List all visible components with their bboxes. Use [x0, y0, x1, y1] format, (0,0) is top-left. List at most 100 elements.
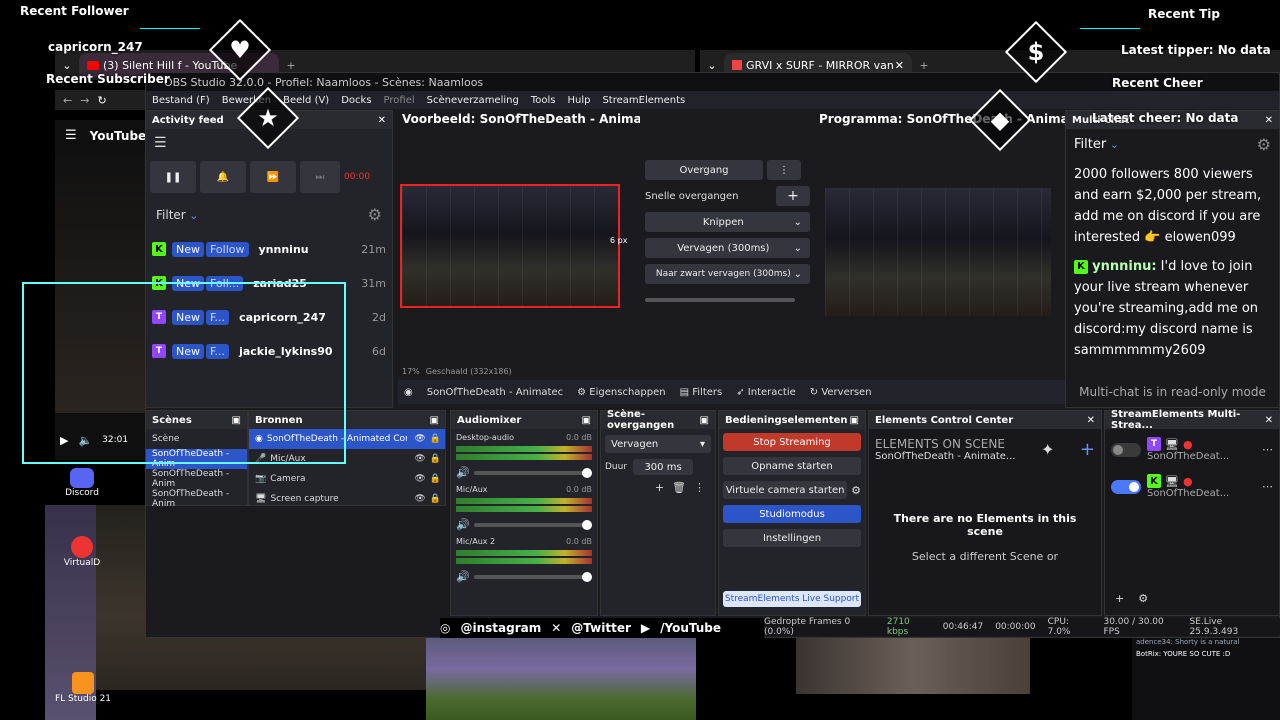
filters-button[interactable]: ▤ Filters — [680, 387, 723, 398]
more-options-icon[interactable]: ⋮ — [767, 160, 801, 180]
start-recording-button[interactable]: Opname starten — [723, 457, 861, 475]
transition-slider[interactable] — [645, 298, 795, 302]
kick-icon: K — [1147, 474, 1161, 488]
quick-transition-fade[interactable]: Vervagen (300ms) ⌄ — [645, 238, 810, 258]
add-icon[interactable]: + — [655, 481, 664, 494]
hamburger-icon[interactable]: ☰ — [154, 135, 167, 151]
menu-help[interactable]: Hulp — [567, 95, 590, 106]
desktop-icon-flstudio[interactable]: FL Studio 21 — [50, 672, 116, 704]
chat-filter[interactable]: Filter ⌄ ⚙ — [1066, 129, 1279, 160]
virtuald-icon — [71, 536, 93, 558]
volume-slider[interactable] — [473, 467, 592, 478]
speaker-icon[interactable]: 🔊 — [456, 518, 470, 531]
float-icon[interactable]: ▣ — [850, 415, 859, 426]
lock-icon[interactable]: 🔒 — [430, 434, 441, 444]
sparkle-icon[interactable]: ✦ — [1041, 440, 1054, 459]
menu-profile[interactable]: Profiel — [384, 95, 415, 106]
float-icon[interactable]: ▣ — [582, 415, 591, 426]
eye-icon[interactable]: 👁 — [414, 434, 425, 444]
star-icon: ★ — [257, 104, 279, 132]
ecc-empty-sub: Select a different Scene or — [911, 550, 1059, 563]
desktop-icon-discord[interactable]: Discord — [60, 468, 104, 498]
skip-button[interactable]: ⏩ — [250, 161, 296, 193]
gear-icon[interactable]: ⚙ — [1138, 592, 1148, 605]
new-tab-icon[interactable]: + — [279, 59, 303, 72]
properties-button[interactable]: ⚙ Eigenschappen — [577, 387, 665, 398]
menu-icon[interactable]: ☰ — [65, 128, 77, 143]
menu-tools[interactable]: Tools — [531, 95, 556, 106]
close-icon[interactable]: ✕ — [1265, 415, 1273, 426]
add-icon[interactable]: + — [1115, 592, 1124, 605]
close-icon[interactable]: ✕ — [895, 59, 904, 72]
scene-item[interactable]: SonOfTheDeath - Anim — [146, 469, 247, 489]
menu-scene-collection[interactable]: Scèneverzameling — [427, 95, 519, 106]
eye-icon[interactable]: 👁 — [414, 454, 425, 464]
transition-select[interactable]: Vervagen ▾ — [605, 435, 711, 453]
forward-icon[interactable]: → — [80, 94, 89, 107]
trash-icon[interactable]: 🗑 — [672, 481, 686, 494]
ecc-header: ELEMENTS ON SCENE — [875, 437, 1005, 451]
skip-end-button[interactable]: ⏭ — [300, 161, 340, 193]
close-icon[interactable]: ✕ — [1265, 115, 1273, 126]
gear-icon[interactable]: ⚙ — [851, 484, 861, 497]
quick-transition-fade-black[interactable]: Naar zwart vervagen (300ms) ⌄ — [645, 264, 810, 284]
notifications-button[interactable]: 🔔 — [200, 161, 246, 193]
desktop-icon-virtuald[interactable]: VirtualD — [60, 536, 104, 568]
quick-transition-cut[interactable]: Knippen ⌄ — [645, 212, 810, 232]
back-icon[interactable]: ← — [63, 94, 72, 107]
second-webcam — [796, 636, 1030, 694]
reload-icon[interactable]: ↻ — [97, 94, 106, 107]
volume-slider[interactable] — [473, 519, 592, 530]
source-item[interactable]: 📷 Camera 👁 🔒 — [249, 469, 445, 489]
menu-view[interactable]: Beeld (V) — [283, 95, 329, 106]
speaker-icon[interactable]: 🔊 — [456, 466, 470, 479]
pause-button[interactable]: ❚❚ — [150, 161, 196, 193]
float-icon[interactable]: ▣ — [430, 415, 439, 426]
speaker-icon[interactable]: 🔊 — [456, 570, 470, 583]
volume-slider[interactable] — [473, 571, 592, 582]
list-item[interactable]: K New Follow ynnninu 21m — [146, 232, 392, 266]
transition-button[interactable]: Overgang — [645, 160, 763, 180]
close-icon[interactable]: ✕ — [1087, 415, 1095, 426]
lock-icon[interactable]: 🔒 — [430, 454, 441, 464]
live-support-button[interactable]: StreamElements Live Support — [723, 591, 861, 607]
preview-canvas[interactable] — [400, 184, 620, 308]
menu-streamelements[interactable]: StreamElements — [602, 95, 685, 106]
globe-icon: ◉ — [404, 386, 413, 398]
zoom-level: 17% — [402, 367, 420, 376]
virtual-camera-button[interactable]: Virtuele camera starten — [723, 481, 848, 499]
overlay-frame — [22, 282, 346, 464]
refresh-button[interactable]: ↻ Verversen — [810, 387, 872, 398]
eye-icon[interactable]: 👁 — [414, 494, 425, 504]
gem-icon: ◆ — [990, 106, 1010, 134]
duration-input[interactable]: 300 ms — [633, 459, 694, 475]
eye-icon[interactable]: 👁 — [414, 474, 425, 484]
menu-docks[interactable]: Docks — [341, 95, 371, 106]
close-icon[interactable]: ✕ — [378, 115, 386, 126]
add-icon[interactable]: + — [1080, 439, 1095, 460]
chevron-down-icon[interactable]: ⌄ — [700, 59, 724, 72]
activity-filter[interactable]: Filter ⌄ ⚙ — [146, 197, 392, 232]
mixer-channel: Mic/Aux 2 0.0 dB 🔊 — [456, 537, 592, 583]
source-item[interactable]: 🖥 Screen capture 👁 🔒 — [249, 489, 445, 509]
float-icon[interactable]: ▣ — [700, 415, 709, 426]
new-tab-icon[interactable]: + — [912, 59, 936, 72]
scene-item[interactable]: SonOfTheDeath - Anim — [146, 489, 247, 509]
more-options-icon[interactable]: ⋯ — [1262, 480, 1273, 493]
stop-streaming-button[interactable]: Stop Streaming — [723, 433, 861, 451]
lock-icon[interactable]: 🔒 — [430, 494, 441, 504]
chevron-down-icon[interactable]: ⌄ — [55, 59, 79, 72]
more-options-icon[interactable]: ⋮ — [694, 481, 705, 494]
lock-icon[interactable]: 🔒 — [430, 474, 441, 484]
stream-toggle[interactable] — [1111, 442, 1141, 457]
gear-icon[interactable]: ⚙ — [368, 205, 382, 224]
gear-icon[interactable]: ⚙ — [1257, 135, 1271, 154]
menu-file[interactable]: Bestand (F) — [152, 95, 210, 106]
studio-mode-button[interactable]: Studiomodus — [723, 505, 861, 523]
settings-button[interactable]: Instellingen — [723, 529, 861, 547]
stream-toggle[interactable] — [1111, 479, 1141, 494]
interaction-button[interactable]: ➶ Interactie — [736, 387, 796, 398]
add-quick-transition-button[interactable]: + — [776, 186, 810, 206]
more-options-icon[interactable]: ⋯ — [1262, 443, 1273, 456]
desktop-icon-label: Discord — [65, 488, 99, 498]
